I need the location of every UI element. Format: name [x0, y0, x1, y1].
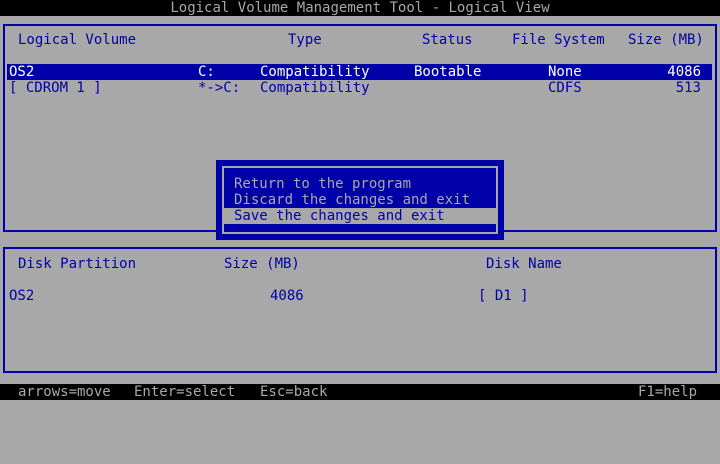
volume-size: 4086 — [667, 64, 701, 80]
volume-size: 513 — [675, 80, 701, 96]
hint-help: F1=help — [638, 384, 698, 400]
volume-name: OS2 — [9, 64, 35, 80]
partition-disk: [ D1 ] — [478, 288, 529, 304]
header-partition-size: Size (MB) — [224, 256, 300, 272]
volume-type: Compatibility — [260, 80, 370, 96]
volume-status: Bootable — [414, 64, 482, 80]
header-size: Size (MB) — [628, 32, 704, 48]
header-type: Type — [288, 32, 322, 48]
header-logical-volume: Logical Volume — [18, 32, 137, 48]
header-disk-partition: Disk Partition — [18, 256, 137, 272]
volume-type: Compatibility — [260, 64, 370, 80]
partition-size: 4086 — [270, 288, 304, 304]
volume-fs: None — [548, 64, 582, 80]
window-title: Logical Volume Management Tool - Logical… — [0, 0, 720, 16]
menu-item-label: Return to the program — [234, 176, 412, 192]
menu-item-label: Discard the changes and exit — [234, 192, 471, 208]
volume-name: [ CDROM 1 ] — [9, 80, 102, 96]
header-disk-name: Disk Name — [486, 256, 562, 272]
menu-item-label: Save the changes and exit — [234, 208, 445, 224]
menu-item-return[interactable]: Return to the program — [224, 176, 496, 192]
partition-row-os2[interactable]: OS2 4086 [ D1 ] — [7, 288, 712, 304]
hint-back: Esc=back — [260, 384, 328, 400]
volume-drive: *->C: — [198, 80, 241, 96]
hint-move: arrows=move — [18, 384, 111, 400]
volume-drive: C: — [198, 64, 215, 80]
hint-select: Enter=select — [134, 384, 236, 400]
menu-item-discard-exit[interactable]: Discard the changes and exit — [224, 192, 496, 208]
volume-row-os2[interactable]: OS2 C: Compatibility Bootable None 4086 — [7, 64, 712, 80]
header-status: Status — [422, 32, 473, 48]
volume-row-cdrom[interactable]: [ CDROM 1 ] *->C: Compatibility CDFS 513 — [7, 80, 712, 96]
header-file-system: File System — [512, 32, 605, 48]
status-bar: arrows=move Enter=select Esc=back F1=hel… — [0, 384, 720, 400]
volume-fs: CDFS — [548, 80, 582, 96]
menu-item-save-exit[interactable]: Save the changes and exit — [224, 208, 496, 224]
partition-name: OS2 — [9, 288, 35, 304]
